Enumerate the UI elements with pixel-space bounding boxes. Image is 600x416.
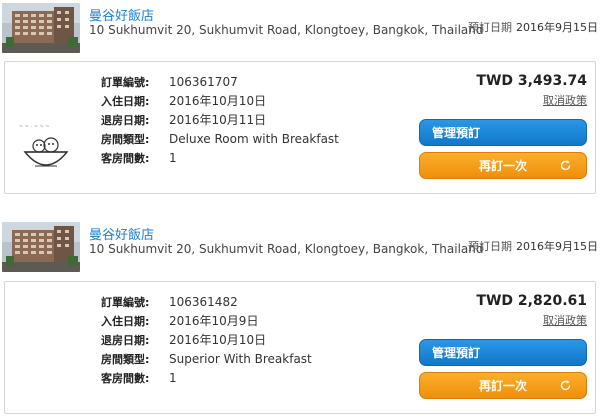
checkin-value: 2016年10月9日 (169, 314, 259, 328)
room-count-label: 客房間數: (101, 151, 150, 165)
booking-date-label: 預訂日期 (468, 21, 512, 34)
hotel-address: 10 Sukhumvit 20, Sukhumvit Road, Klongto… (89, 242, 484, 256)
room-type-row: 房間類型: Superior With Breakfast (101, 349, 312, 368)
checkout-row: 退房日期: 2016年10月10日 (101, 330, 312, 349)
order-number-row: 訂單編號: 106361482 (101, 292, 312, 311)
checkout-row: 退房日期: 2016年10月11日 (101, 110, 339, 129)
order-number-row: 訂單編號: 106361707 (101, 72, 339, 91)
order-number-value: 106361482 (169, 294, 238, 309)
room-type-value: Deluxe Room with Breakfast (169, 131, 339, 146)
manage-booking-button[interactable]: 管理預訂 (419, 119, 587, 146)
booking-date-label: 預訂日期 (468, 240, 512, 253)
booking-date-value: 2016年9月15日 (516, 240, 598, 253)
order-number-label: 訂單編號: (101, 295, 150, 309)
checkin-label: 入住日期: (101, 314, 150, 328)
manage-booking-label: 管理預訂 (432, 346, 481, 360)
cancel-policy-link[interactable]: 取消政策 (543, 312, 587, 328)
room-type-value: Superior With Breakfast (169, 351, 312, 366)
room-count-value: 1 (169, 370, 177, 385)
checkout-label: 退房日期: (101, 113, 150, 127)
cancel-policy-link[interactable]: 取消政策 (543, 92, 587, 108)
hotel-photo[interactable] (2, 222, 80, 272)
checkout-label: 退房日期: (101, 333, 150, 347)
room-count-row: 客房間數: 1 (101, 368, 312, 387)
booking-date: 預訂日期 2016年9月15日 (468, 19, 598, 35)
room-type-row: 房間類型: Deluxe Room with Breakfast (101, 129, 339, 148)
hotel-photo[interactable] (2, 3, 80, 53)
checkin-value: 2016年10月10日 (169, 94, 267, 108)
checkin-row: 入住日期: 2016年10月10日 (101, 91, 339, 110)
rebook-label: 再訂一次 (478, 379, 527, 393)
booking-details: 訂單編號: 106361482 入住日期: 2016年10月9日 退房日期: 2… (101, 292, 312, 387)
manage-booking-button[interactable]: 管理預訂 (419, 339, 587, 366)
room-count-row: 客房間數: 1 (101, 148, 339, 167)
hotel-name-link[interactable]: 曼谷好飯店 (89, 224, 154, 243)
booking-card: ~ ~ · ~ ~ ~ 訂單編號: 106361707 入住日期: 2016年1… (4, 61, 596, 194)
hotel-address: 10 Sukhumvit 20, Sukhumvit Road, Klongto… (89, 23, 484, 37)
booking-header: 曼谷好飯店 10 Sukhumvit 20, Sukhumvit Road, K… (0, 0, 600, 56)
order-number-value: 106361707 (169, 74, 238, 89)
booking-date: 預訂日期 2016年9月15日 (468, 238, 598, 254)
room-count-label: 客房間數: (101, 371, 150, 385)
rebook-label: 再訂一次 (478, 159, 527, 173)
room-type-label: 房間類型: (101, 352, 150, 366)
booking-card: 訂單編號: 106361482 入住日期: 2016年10月9日 退房日期: 2… (4, 281, 596, 414)
rebook-button[interactable]: 再訂一次 (419, 152, 587, 179)
order-number-label: 訂單編號: (101, 75, 150, 89)
manage-booking-label: 管理預訂 (432, 126, 481, 140)
checkin-row: 入住日期: 2016年10月9日 (101, 311, 312, 330)
refresh-icon (560, 380, 571, 391)
total-price: TWD 2,820.61 (476, 293, 587, 309)
hotel-name-link[interactable]: 曼谷好飯店 (89, 5, 154, 24)
room-type-label: 房間類型: (101, 132, 150, 146)
checkin-label: 入住日期: (101, 94, 150, 108)
svg-text:~ ~ · ~ ~ ~: ~ ~ · ~ ~ ~ (19, 124, 49, 130)
checkout-value: 2016年10月11日 (169, 113, 267, 127)
room-count-value: 1 (169, 150, 177, 165)
checkout-value: 2016年10月10日 (169, 333, 267, 347)
food-doodle-icon: ~ ~ · ~ ~ ~ (15, 118, 77, 186)
rebook-button[interactable]: 再訂一次 (419, 372, 587, 399)
total-price: TWD 3,493.74 (476, 73, 587, 89)
booking-date-value: 2016年9月15日 (516, 21, 598, 34)
refresh-icon (560, 160, 571, 171)
booking-details: 訂單編號: 106361707 入住日期: 2016年10月10日 退房日期: … (101, 72, 339, 167)
booking-header: 曼谷好飯店 10 Sukhumvit 20, Sukhumvit Road, K… (0, 219, 600, 275)
